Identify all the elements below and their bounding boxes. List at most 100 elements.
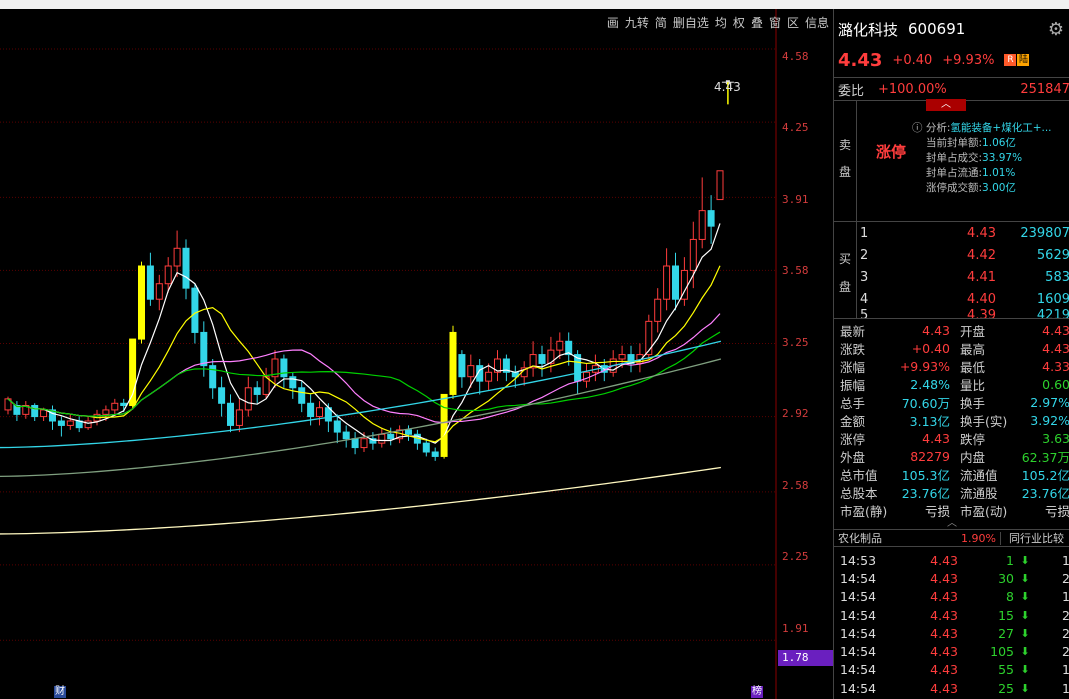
trade-count: 1 xyxy=(1062,680,1069,696)
toolbar-ma[interactable]: 均 xyxy=(715,14,727,32)
stat-label: 总手 xyxy=(840,395,866,411)
down-arrow-icon: ⬇ xyxy=(1020,590,1030,604)
trade-volume: 8 xyxy=(1006,589,1014,605)
stat-row: 振幅 2.48% 量比 0.60 xyxy=(834,375,1069,393)
down-arrow-icon: ⬇ xyxy=(1020,553,1030,567)
buy-volume: 1609 xyxy=(1036,291,1069,307)
candle-body xyxy=(333,420,341,433)
trade-time: 14:53 xyxy=(840,552,877,568)
toolbar-window[interactable]: 窗 xyxy=(769,14,781,32)
candle-body xyxy=(316,407,323,418)
stat-label: 跌停 xyxy=(960,431,986,447)
kline-svg[interactable] xyxy=(0,9,833,699)
tick-trades: 14:53 4.43 1 ⬇ 1 14:54 4.43 30 ⬇ 2 14:54 4.43 8 ⬇ 1 14:… xyxy=(834,547,1069,697)
trade-time: 14:54 xyxy=(840,680,877,696)
candle-body xyxy=(689,238,697,271)
toolbar-info[interactable]: 信息 xyxy=(805,14,829,32)
buy-level-row[interactable]: 4 4.40 1609 xyxy=(860,288,1069,310)
trade-volume: 15 xyxy=(998,607,1014,623)
candle-body xyxy=(280,358,288,378)
connect-badge: 陆 xyxy=(1017,54,1030,66)
candle-body xyxy=(298,387,306,404)
toolbar-range[interactable]: 区 xyxy=(787,14,799,32)
trade-count: 1 xyxy=(1062,589,1069,605)
price-change-pct: +9.93% xyxy=(942,52,995,68)
stat-value: 62.37万 xyxy=(1021,449,1069,465)
trade-time: 14:54 xyxy=(840,625,877,641)
axis-tick: 2.25 xyxy=(782,550,809,563)
buy-label-bottom: 盘 xyxy=(838,280,851,294)
buy-volume: 583 xyxy=(1045,269,1069,285)
finance-marker[interactable]: 财 xyxy=(54,686,66,698)
stat-value: 82279 xyxy=(910,448,950,464)
down-arrow-icon: ⬇ xyxy=(1020,608,1030,622)
order-ratio-label: 委比 xyxy=(838,83,865,99)
buy-level-row[interactable]: 3 4.41 583 xyxy=(860,266,1069,288)
stat-value: 亏损 xyxy=(924,503,950,519)
candle-body xyxy=(485,371,493,382)
stat-label: 最低 xyxy=(960,359,986,375)
stat-row: 涨停 4.43 跌停 3.63 xyxy=(834,429,1069,447)
trade-count: 2 xyxy=(1062,644,1069,660)
candle-body xyxy=(440,393,448,457)
buy-level-row[interactable]: 2 4.42 5629 xyxy=(860,244,1069,266)
sell-label-top: 卖 xyxy=(838,138,851,152)
trade-price: 4.43 xyxy=(930,625,958,641)
candle-body xyxy=(360,438,368,449)
analysis-title: 分析: xyxy=(925,122,951,134)
trade-price: 4.43 xyxy=(930,680,958,696)
trade-row: 14:54 4.43 15 ⬇ 2 xyxy=(834,606,1069,624)
candle-body xyxy=(716,170,724,201)
stat-label: 换手(实) xyxy=(960,413,1008,429)
toolbar-jiuzhuan[interactable]: 九转 xyxy=(625,14,649,32)
toolbar-simple[interactable]: 简 xyxy=(655,14,667,32)
toolbar-remove-watchlist[interactable]: 删自选 xyxy=(673,14,709,32)
toolbar-rights[interactable]: 权 xyxy=(733,14,745,32)
gear-icon[interactable]: ⚙ xyxy=(1048,19,1064,40)
toolbar-draw[interactable]: 画 xyxy=(607,14,619,32)
candle-body xyxy=(57,420,65,426)
trade-row: 14:53 4.43 1 ⬇ 1 xyxy=(834,551,1069,569)
down-arrow-icon: ⬇ xyxy=(1020,626,1030,640)
candle-body xyxy=(253,387,261,395)
toolbar-overlay[interactable]: 叠 xyxy=(751,14,763,32)
rank-marker[interactable]: 榜 xyxy=(751,686,763,698)
candle-body xyxy=(173,247,181,267)
stat-label: 市盈(静) xyxy=(840,503,888,519)
candle-body xyxy=(698,210,706,240)
candle-body xyxy=(449,331,457,395)
axis-tick: 3.25 xyxy=(782,336,809,349)
stat-value: 4.43 xyxy=(1042,322,1069,338)
trade-volume: 105 xyxy=(990,644,1014,660)
sell-book: 卖 盘 涨停 ⓘ 分析:氢能装备+煤化工+... 当前封单额:1.06亿 封单占… xyxy=(834,101,1069,222)
buy-volume: 239807 xyxy=(1020,225,1069,241)
trade-count: 2 xyxy=(1062,570,1069,586)
price-line: 4.43 +0.40 +9.93% R 陆 xyxy=(834,49,1069,71)
trade-row: 14:54 4.43 105 ⬇ 2 xyxy=(834,642,1069,660)
industry-bar: 农化制品 1.90% 同行业比较 xyxy=(834,529,1069,547)
candle-body xyxy=(164,265,172,285)
candle-body xyxy=(40,409,48,418)
stat-row: 金额 3.13亿 换手(实) 3.92% xyxy=(834,411,1069,429)
stat-value: 23.76亿 xyxy=(901,485,950,501)
analysis-concept[interactable]: 氢能装备+煤化工+... xyxy=(950,122,1051,134)
kline-chart[interactable] xyxy=(0,9,833,699)
down-arrow-icon: ⬇ xyxy=(1020,645,1030,659)
trade-row: 14:54 4.43 27 ⬇ 2 xyxy=(834,624,1069,642)
buy-level-row[interactable]: 5 4.39 4219 xyxy=(860,308,1069,318)
trade-row: 14:54 4.43 25 ⬇ 1 xyxy=(834,679,1069,697)
candle-body xyxy=(583,371,590,382)
stat-label: 内盘 xyxy=(960,449,986,465)
stat-value: 4.43 xyxy=(922,430,950,446)
industry-compare-button[interactable]: 同行业比较 xyxy=(1001,530,1069,546)
trade-volume: 27 xyxy=(998,625,1014,641)
buy-level-row[interactable]: 1 4.43 239807 xyxy=(860,222,1069,244)
candle-body xyxy=(351,438,359,449)
trade-price: 4.43 xyxy=(930,570,958,586)
stat-value: +0.40 xyxy=(911,340,950,356)
expand-caret-icon[interactable]: ︿ xyxy=(834,519,1069,529)
industry-name[interactable]: 农化制品 xyxy=(834,530,948,546)
stat-label: 涨幅 xyxy=(840,359,866,375)
buy-price: 4.40 xyxy=(967,291,996,307)
candle-body xyxy=(191,287,199,333)
